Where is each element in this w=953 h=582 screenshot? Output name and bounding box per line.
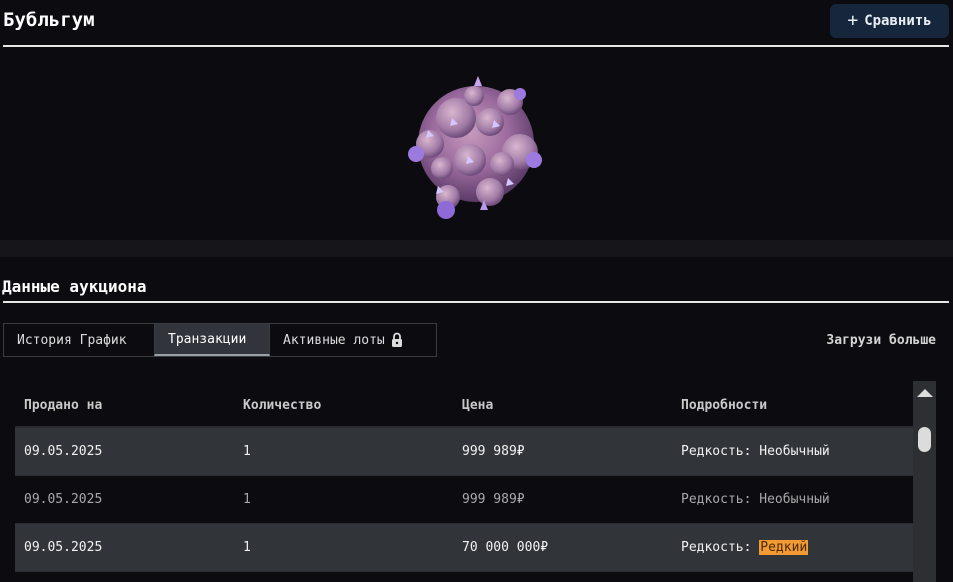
compare-button[interactable]: + Сравнить bbox=[830, 4, 949, 38]
cell-quantity: 1 bbox=[243, 444, 251, 459]
table-scrollbar[interactable] bbox=[913, 381, 936, 582]
cell-details: Редкость: Редкий bbox=[672, 540, 913, 555]
column-header-details[interactable]: Подробности bbox=[672, 398, 913, 413]
cell-price: 70 000 000₽ bbox=[462, 540, 549, 555]
column-header-quantity[interactable]: Количество bbox=[234, 398, 453, 413]
cell-date: 09.05.2025 bbox=[24, 444, 103, 459]
tab-active-lots-label: Активные лоты bbox=[283, 332, 385, 348]
cell-quantity: 1 bbox=[243, 540, 251, 555]
auction-tabs: История График Транзакции Активные лоты bbox=[3, 323, 437, 357]
rarity-badge-rare: Редкий bbox=[759, 540, 809, 555]
tab-transactions[interactable]: Транзакции bbox=[154, 324, 270, 356]
load-more-button[interactable]: Загрузи больше bbox=[826, 333, 936, 348]
cell-price: 999 989₽ bbox=[462, 492, 525, 507]
cell-details: Редкость: Необычный bbox=[672, 444, 913, 459]
table-header: Продано на Количество Цена Подробности bbox=[15, 385, 913, 428]
bubblegum-artifact-image bbox=[408, 76, 542, 219]
details-label: Редкость: bbox=[681, 540, 752, 555]
table-row: 09.05.2025 1 999 989₽ Редкость: Необычны… bbox=[15, 428, 913, 476]
cell-date: 09.05.2025 bbox=[24, 540, 103, 555]
auction-section-divider bbox=[3, 301, 949, 303]
header-divider bbox=[3, 45, 949, 47]
compare-button-label: Сравнить bbox=[864, 13, 932, 29]
table-row: 09.05.2025 1 999 989₽ Редкость: Необычны… bbox=[15, 476, 913, 524]
section-separator-band bbox=[0, 240, 953, 257]
column-header-price[interactable]: Цена bbox=[453, 398, 672, 413]
cell-price: 999 989₽ bbox=[462, 444, 525, 459]
scroll-up-arrow-icon[interactable] bbox=[917, 389, 933, 397]
lock-icon bbox=[391, 332, 402, 347]
column-header-sold-on[interactable]: Продано на bbox=[15, 398, 234, 413]
details-label: Редкость: bbox=[681, 492, 752, 507]
tab-history-chart[interactable]: История График bbox=[4, 324, 154, 356]
auction-section-title: Данные аукциона bbox=[2, 277, 147, 296]
transactions-table: Продано на Количество Цена Подробности 0… bbox=[15, 385, 913, 572]
cell-quantity: 1 bbox=[243, 492, 251, 507]
rarity-value: Необычный bbox=[759, 492, 830, 507]
page-title: Бубльгум bbox=[3, 9, 95, 31]
tab-active-lots[interactable]: Активные лоты bbox=[270, 324, 436, 356]
scrollbar-thumb[interactable] bbox=[918, 427, 931, 452]
table-row: 09.05.2025 1 70 000 000₽ Редкость: Редки… bbox=[15, 524, 913, 572]
rarity-value: Необычный bbox=[759, 444, 830, 459]
plus-icon: + bbox=[847, 10, 859, 31]
cell-details: Редкость: Необычный bbox=[672, 492, 913, 507]
details-label: Редкость: bbox=[681, 444, 752, 459]
cell-date: 09.05.2025 bbox=[24, 492, 103, 507]
